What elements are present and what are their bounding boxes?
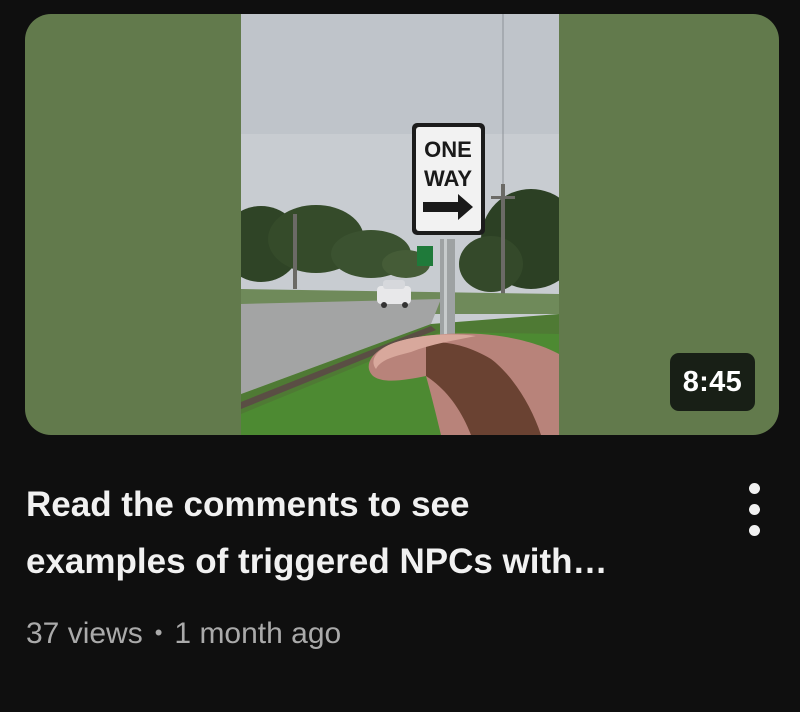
menu-dot	[749, 525, 760, 536]
sign-text-one: ONE	[424, 137, 472, 162]
upload-age: 1 month ago	[174, 617, 342, 650]
video-thumbnail[interactable]: ONE WAY 8:45	[25, 14, 779, 435]
video-title-line-1: Read the comments to see	[26, 485, 470, 524]
menu-dot	[749, 504, 760, 515]
duration-badge: 8:45	[669, 353, 755, 411]
more-vert-icon[interactable]	[728, 478, 782, 542]
video-title[interactable]: Read the comments to see examples of tri…	[26, 476, 706, 590]
video-card: ONE WAY 8:45 Read the comments to see ex…	[0, 0, 800, 712]
video-metadata: 37 views • 1 month ago	[26, 612, 341, 658]
video-title-line-2: examples of triggered NPCs with…	[26, 542, 608, 581]
thumbnail-photo: ONE WAY	[241, 14, 559, 435]
view-count: 37 views	[26, 617, 143, 650]
sign-text-way: WAY	[424, 166, 472, 191]
metadata-separator: •	[154, 620, 163, 645]
menu-dot	[749, 483, 760, 494]
